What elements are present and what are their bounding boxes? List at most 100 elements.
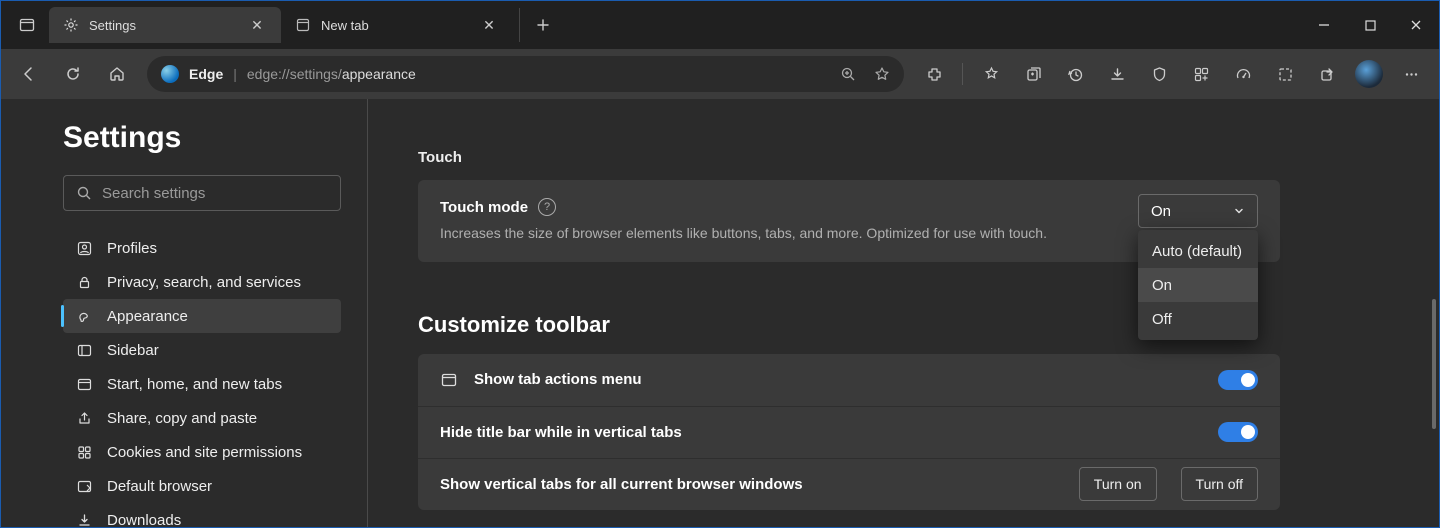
search-settings-input[interactable]: Search settings — [63, 175, 341, 211]
download-icon — [75, 513, 93, 528]
chevron-down-icon — [1233, 205, 1245, 217]
tracking-button[interactable] — [1139, 54, 1179, 94]
lock-icon — [75, 275, 93, 290]
gear-icon — [63, 17, 79, 33]
titlebar: Settings ✕ New tab ✕ — [1, 1, 1439, 49]
tab-icon — [75, 377, 93, 392]
refresh-icon — [64, 65, 82, 83]
nav-label: Privacy, search, and services — [107, 274, 301, 291]
shield-icon — [1151, 66, 1168, 83]
maximize-icon — [1365, 20, 1376, 31]
address-url: edge://settings/appearance — [247, 66, 416, 82]
home-button[interactable] — [97, 54, 137, 94]
touch-mode-title: Touch mode — [440, 199, 528, 216]
customize-toolbar-list: Show tab actions menu Hide title bar whi… — [418, 354, 1280, 510]
nav-item-default-browser[interactable]: Default browser — [63, 469, 341, 503]
apps-icon — [1193, 66, 1210, 83]
favorite-icon[interactable] — [874, 66, 890, 82]
address-separator: | — [233, 66, 237, 82]
row-label: Hide title bar while in vertical tabs — [440, 424, 1202, 441]
star-lines-icon — [983, 66, 1000, 83]
settings-page: Settings Search settings Profiles Privac… — [1, 99, 1439, 527]
refresh-button[interactable] — [53, 54, 93, 94]
search-placeholder: Search settings — [102, 185, 205, 202]
ellipsis-icon — [1403, 66, 1420, 83]
screenshot-button[interactable] — [1265, 54, 1305, 94]
dropdown-option-on[interactable]: On — [1138, 268, 1258, 302]
nav-item-cookies[interactable]: Cookies and site permissions — [63, 435, 341, 469]
arrow-left-icon — [20, 65, 38, 83]
close-window-button[interactable] — [1393, 1, 1439, 49]
touch-mode-dropdown-menu: Auto (default) On Off — [1138, 230, 1258, 340]
toggle-hide-title-bar[interactable] — [1218, 422, 1258, 442]
nav-label: Cookies and site permissions — [107, 444, 302, 461]
back-button[interactable] — [9, 54, 49, 94]
more-button[interactable] — [1391, 54, 1431, 94]
help-icon[interactable]: ? — [538, 198, 556, 216]
appearance-icon — [75, 309, 93, 324]
nav-label: Sidebar — [107, 342, 159, 359]
home-icon — [108, 65, 126, 83]
touch-mode-dropdown[interactable]: On — [1138, 194, 1258, 228]
nav-label: Appearance — [107, 308, 188, 325]
tab-title: Settings — [89, 18, 233, 33]
performance-button[interactable] — [1223, 54, 1263, 94]
downloads-button[interactable] — [1097, 54, 1137, 94]
plus-icon — [536, 18, 550, 32]
row-vertical-tabs-all-windows: Show vertical tabs for all current brows… — [418, 458, 1280, 510]
sidebar-icon — [75, 343, 93, 358]
tab-newtab[interactable]: New tab ✕ — [281, 7, 513, 43]
download-icon — [1109, 66, 1126, 83]
zoom-icon[interactable] — [840, 66, 856, 82]
nav-item-profiles[interactable]: Profiles — [63, 231, 341, 265]
nav-item-sidebar[interactable]: Sidebar — [63, 333, 341, 367]
settings-nav: Profiles Privacy, search, and services A… — [1, 227, 367, 527]
favorites-button[interactable] — [971, 54, 1011, 94]
window-controls — [1301, 1, 1439, 49]
page-title: Settings — [63, 121, 367, 155]
toolbar-divider — [962, 63, 963, 85]
nav-item-start[interactable]: Start, home, and new tabs — [63, 367, 341, 401]
share-icon — [75, 411, 93, 426]
profile-button[interactable] — [1349, 54, 1389, 94]
dropdown-value: On — [1151, 203, 1171, 220]
dropdown-option-off[interactable]: Off — [1138, 302, 1258, 336]
close-icon[interactable]: ✕ — [475, 11, 503, 39]
tab-actions-icon — [440, 372, 458, 388]
row-show-tab-actions: Show tab actions menu — [418, 354, 1280, 406]
dropdown-option-auto[interactable]: Auto (default) — [1138, 234, 1258, 268]
row-label: Show vertical tabs for all current brows… — [440, 476, 1063, 493]
touch-mode-card: Touch mode ? Increases the size of brows… — [418, 180, 1280, 262]
share-button[interactable] — [1307, 54, 1347, 94]
address-bar[interactable]: Edge | edge://settings/appearance — [147, 56, 904, 92]
nav-label: Start, home, and new tabs — [107, 376, 282, 393]
nav-label: Default browser — [107, 478, 212, 495]
minimize-button[interactable] — [1301, 1, 1347, 49]
nav-item-appearance[interactable]: Appearance — [63, 299, 341, 333]
apps-button[interactable] — [1181, 54, 1221, 94]
row-label: Show tab actions menu — [474, 371, 1202, 388]
new-tab-button[interactable] — [519, 8, 553, 42]
tab-settings[interactable]: Settings ✕ — [49, 7, 281, 43]
close-icon[interactable]: ✕ — [243, 11, 271, 39]
turn-off-button[interactable]: Turn off — [1181, 467, 1258, 501]
nav-item-downloads[interactable]: Downloads — [63, 503, 341, 527]
browser-toolbar: Edge | edge://settings/appearance — [1, 49, 1439, 99]
nav-item-privacy[interactable]: Privacy, search, and services — [63, 265, 341, 299]
settings-sidebar: Settings Search settings Profiles Privac… — [1, 99, 368, 527]
nav-item-share[interactable]: Share, copy and paste — [63, 401, 341, 435]
row-hide-title-bar: Hide title bar while in vertical tabs — [418, 406, 1280, 458]
profile-icon — [75, 241, 93, 256]
tab-actions-button[interactable] — [5, 5, 49, 45]
collections-button[interactable] — [1013, 54, 1053, 94]
history-button[interactable] — [1055, 54, 1095, 94]
toolbar-right-icons — [914, 54, 1431, 94]
maximize-button[interactable] — [1347, 1, 1393, 49]
turn-on-button[interactable]: Turn on — [1079, 467, 1157, 501]
nav-label: Downloads — [107, 512, 181, 528]
scrollbar-thumb[interactable] — [1432, 299, 1436, 429]
edge-logo-icon — [161, 65, 179, 83]
nav-label: Profiles — [107, 240, 157, 257]
extensions-button[interactable] — [914, 54, 954, 94]
toggle-show-tab-actions[interactable] — [1218, 370, 1258, 390]
